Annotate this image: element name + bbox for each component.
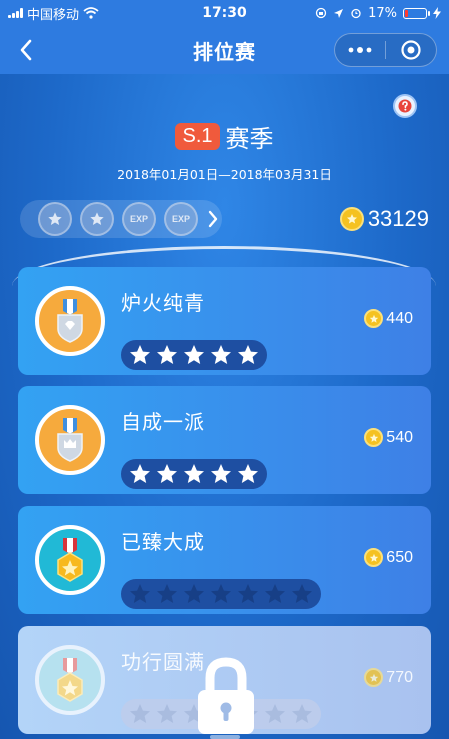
rank-reward: 770 <box>364 668 413 687</box>
star-filled-icon <box>182 343 206 367</box>
coin-icon <box>364 668 384 687</box>
rank-card-locked[interactable]: 功行圆满 770 <box>18 626 431 734</box>
back-button[interactable] <box>10 34 42 66</box>
battery-percent: 17% <box>368 5 397 21</box>
nav-bar: 排位赛 <box>0 26 449 74</box>
rank-reward-value: 540 <box>386 428 413 446</box>
star-empty-icon <box>263 582 287 606</box>
star-filled-icon <box>209 462 233 486</box>
star-filled-icon <box>182 462 206 486</box>
season-badge: S.1 <box>175 123 220 150</box>
rank-title: 已臻大成 <box>121 530 205 554</box>
rank-card[interactable]: 自成一派 540 <box>18 386 431 494</box>
rank-reward-value: 650 <box>386 548 413 566</box>
star-empty-icon <box>290 582 314 606</box>
star-badge-icon <box>80 202 114 236</box>
shield-medal-icon <box>57 299 83 343</box>
star-empty-icon <box>128 702 152 726</box>
star-filled-icon <box>209 343 233 367</box>
season-header: S.1 赛季 <box>0 119 449 154</box>
medal-badge <box>35 645 105 715</box>
mini-program-capsule <box>334 33 437 67</box>
medal-badge <box>35 405 105 475</box>
help-button[interactable] <box>393 94 417 118</box>
rotation-lock-icon <box>315 7 327 19</box>
rank-card[interactable]: 已臻大成 650 <box>18 506 431 614</box>
status-bar: 中国移动 17:30 17% <box>0 0 449 26</box>
star-empty-icon <box>263 702 287 726</box>
page-title: 排位赛 <box>193 39 256 64</box>
crown-medal-icon <box>57 418 83 462</box>
star-empty-icon <box>155 702 179 726</box>
wifi-icon <box>83 7 99 19</box>
star-badge-icon <box>38 202 72 236</box>
star-empty-icon <box>128 582 152 606</box>
status-right: 17% <box>315 6 441 21</box>
gold-medal-icon <box>57 658 83 702</box>
question-icon <box>398 99 412 113</box>
rank-title: 炉火纯青 <box>121 291 205 315</box>
charging-icon <box>433 7 441 19</box>
star-filled-icon <box>155 462 179 486</box>
more-button[interactable] <box>335 34 385 66</box>
alarm-icon <box>351 8 361 19</box>
star-empty-icon <box>236 582 260 606</box>
coin-icon <box>339 207 364 231</box>
badge-bar[interactable]: EXP EXP <box>20 200 222 238</box>
medal-badge <box>35 286 105 356</box>
rank-reward-value: 770 <box>386 668 413 686</box>
star-rating <box>121 459 267 489</box>
main-content: S.1 赛季 2018年01月01日—2018年03月31日 EXP EXP 3… <box>0 74 449 739</box>
star-filled-icon <box>128 462 152 486</box>
rank-title: 自成一派 <box>121 410 205 434</box>
close-button[interactable] <box>386 34 436 66</box>
medal-badge <box>35 525 105 595</box>
carrier-label: 中国移动 <box>27 7 80 23</box>
rank-title: 功行圆满 <box>121 650 205 674</box>
exp-badge-icon: EXP <box>122 202 156 236</box>
star-rating <box>121 340 267 370</box>
star-empty-icon <box>182 582 206 606</box>
season-dates: 2018年01月01日—2018年03月31日 <box>117 167 332 182</box>
star-empty-icon <box>209 582 233 606</box>
gold-medal-icon <box>57 538 83 582</box>
rank-reward: 650 <box>364 548 413 567</box>
star-filled-icon <box>155 343 179 367</box>
star-filled-icon <box>236 343 260 367</box>
rank-reward-value: 440 <box>386 309 413 327</box>
star-filled-icon <box>236 462 260 486</box>
chevron-left-icon <box>20 39 32 61</box>
exp-badge-icon: EXP <box>164 202 198 236</box>
signal-icon <box>8 8 23 18</box>
rank-card[interactable]: 炉火纯青 440 <box>18 267 431 375</box>
coin-total-value: 33129 <box>367 206 429 231</box>
star-empty-icon <box>290 702 314 726</box>
battery-fill <box>405 9 409 17</box>
coin-total: 33129 <box>339 206 429 232</box>
season-label: 赛季 <box>225 125 274 153</box>
battery-icon <box>403 7 430 19</box>
rank-reward: 440 <box>364 309 413 328</box>
more-dots-icon <box>348 47 372 53</box>
coin-icon <box>364 548 384 567</box>
location-icon <box>334 8 344 18</box>
star-empty-icon <box>155 582 179 606</box>
chevron-right-icon <box>208 210 218 228</box>
star-filled-icon <box>128 343 152 367</box>
status-left: 中国移动 <box>8 4 158 23</box>
star-rating <box>121 579 321 609</box>
coin-icon <box>364 309 384 328</box>
scroll-hint <box>210 735 240 739</box>
coin-icon <box>364 428 384 447</box>
target-circle-icon <box>401 40 421 60</box>
rank-reward: 540 <box>364 428 413 447</box>
lock-icon <box>198 657 254 734</box>
